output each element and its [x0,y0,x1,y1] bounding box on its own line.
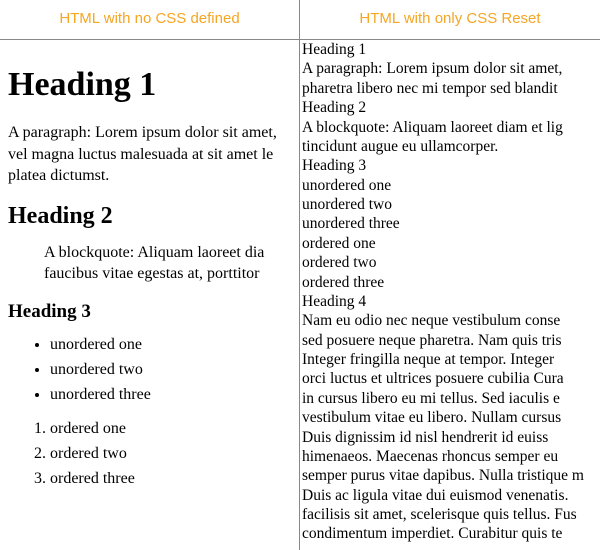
reset-line: Nam eu odio nec neque vestibulum conse [302,311,600,330]
reset-line: Heading 3 [302,156,600,175]
reset-line: orci luctus et ultrices posuere cubilia … [302,369,600,388]
reset-line: unordered three [302,214,600,233]
reset-line: A paragraph: Lorem ipsum dolor sit amet, [302,59,600,78]
list-item: unordered two [50,358,299,383]
reset-line: vestibulum vitae eu libero. Nullam cursu… [302,408,600,427]
reset-line: unordered one [302,176,600,195]
reset-line: facilisis sit amet, scelerisque quis tel… [302,505,600,524]
reset-line: Duis dignissim id nisl hendrerit id euis… [302,428,600,447]
column-header-right: HTML with only CSS Reset [300,0,600,40]
ordered-list: ordered one ordered two ordered three [8,417,299,491]
reset-line: Heading 1 [302,40,600,59]
reset-line: pharetra libero nec mi tempor sed blandi… [302,79,600,98]
list-item: ordered two [50,442,299,467]
reset-line: ordered one [302,234,600,253]
reset-line: semper purus vitae dapibus. Nulla tristi… [302,466,600,485]
list-item: unordered one [50,333,299,358]
column-body-right: Heading 1A paragraph: Lorem ipsum dolor … [300,40,600,544]
heading-2: Heading 2 [8,203,299,230]
list-item: ordered one [50,417,299,442]
comparison-container: HTML with no CSS defined Heading 1 A par… [0,0,600,550]
heading-3: Heading 3 [8,301,299,323]
reset-line: Duis ac ligula vitae dui euismod venenat… [302,486,600,505]
list-item: unordered three [50,383,299,408]
column-body-left: Heading 1 A paragraph: Lorem ipsum dolor… [0,40,299,492]
reset-line: sed posuere neque pharetra. Nam quis tri… [302,331,600,350]
reset-line: A blockquote: Aliquam laoreet diam et li… [302,118,600,137]
reset-line: in cursus libero eu mi tellus. Sed iacul… [302,389,600,408]
column-no-css: HTML with no CSS defined Heading 1 A par… [0,0,300,550]
paragraph-1: A paragraph: Lorem ipsum dolor sit amet,… [8,122,299,187]
reset-line: Heading 4 [302,292,600,311]
reset-line: ordered three [302,273,600,292]
unordered-list: unordered one unordered two unordered th… [8,333,299,407]
list-item: ordered three [50,467,299,492]
reset-line: unordered two [302,195,600,214]
reset-line: tincidunt augue eu ullamcorper. [302,137,600,156]
reset-line: ordered two [302,253,600,272]
column-css-reset: HTML with only CSS Reset Heading 1A para… [300,0,600,550]
reset-line: Heading 2 [302,98,600,117]
blockquote: A blockquote: Aliquam laoreet dia faucib… [44,242,299,285]
column-header-left: HTML with no CSS defined [0,0,299,40]
reset-line: Integer fringilla neque at tempor. Integ… [302,350,600,369]
reset-line: condimentum imperdiet. Curabitur quis te [302,524,600,543]
heading-1: Heading 1 [8,66,299,104]
reset-line: himenaeos. Maecenas rhoncus semper eu [302,447,600,466]
